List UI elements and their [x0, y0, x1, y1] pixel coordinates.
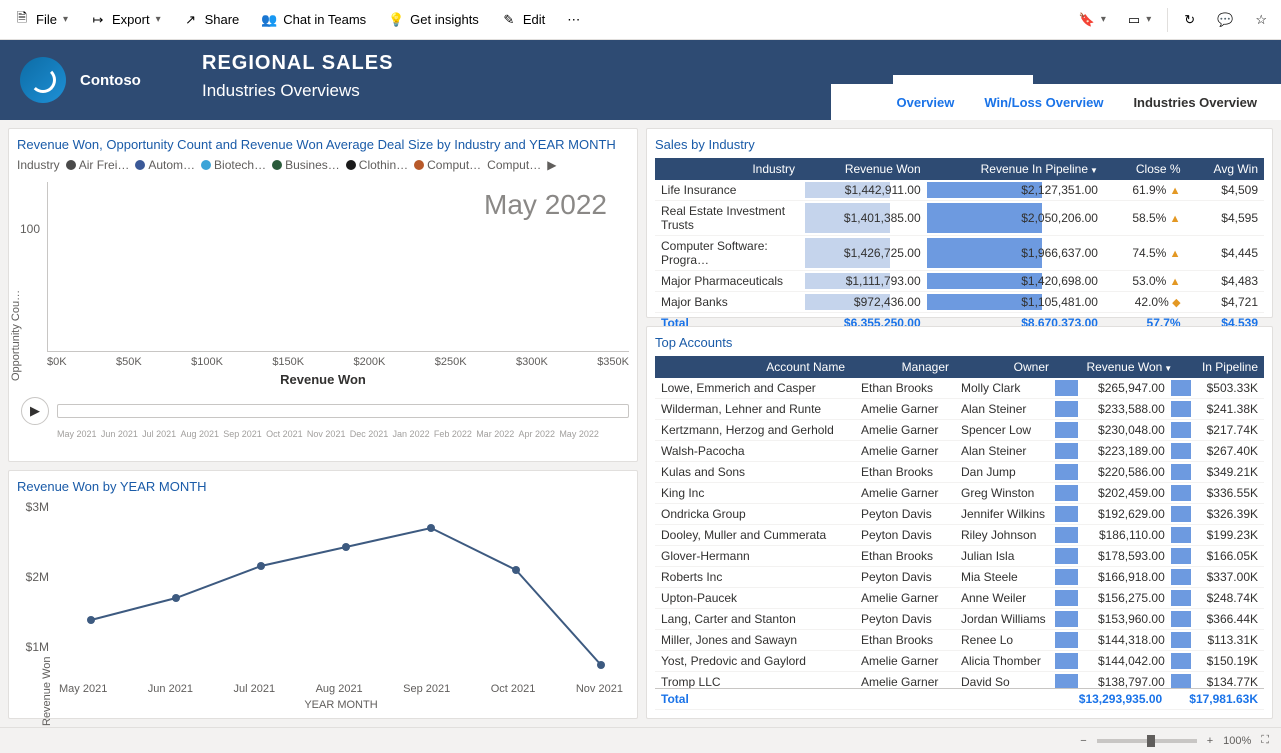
fit-page-button[interactable]: ⛶ — [1261, 734, 1269, 747]
zoom-level: 100% — [1223, 735, 1251, 747]
table-row[interactable]: Lowe, Emmerich and CasperEthan BrooksMol… — [655, 378, 1264, 399]
refresh-icon: ↻ — [1184, 12, 1195, 28]
play-icon: ▶ — [30, 403, 40, 419]
table-row[interactable]: Ondricka GroupPeyton DavisJennifer Wilki… — [655, 504, 1264, 525]
chevron-down-icon: ▾ — [156, 14, 161, 25]
table-row[interactable]: Kulas and SonsEthan BrooksDan Jump $220,… — [655, 462, 1264, 483]
table-row[interactable]: King IncAmelie GarnerGreg Winston $202,4… — [655, 483, 1264, 504]
table-row[interactable]: Walsh-PacochaAmelie GarnerAlan Steiner $… — [655, 441, 1264, 462]
table-row[interactable]: Wilderman, Lehner and RunteAmelie Garner… — [655, 399, 1264, 420]
insights-button[interactable]: 💡Get insights — [378, 8, 489, 32]
share-button[interactable]: ↗Share — [173, 8, 250, 32]
subtab-industries[interactable]: Industries Overview — [1133, 95, 1257, 110]
subtab-winloss[interactable]: Win/Loss Overview — [984, 95, 1103, 110]
table-row[interactable]: Dooley, Muller and CummerataPeyton Davis… — [655, 525, 1264, 546]
table-row[interactable]: Computer Software: Progra… $1,426,725.00… — [655, 236, 1264, 271]
chevron-down-icon: ▾ — [63, 14, 68, 25]
rectangle-icon: ▭ — [1128, 12, 1140, 28]
scatter-x-label: Revenue Won — [17, 372, 629, 387]
accounts-total-row: Total $13,293,935.00$17,981.63K — [655, 689, 1264, 710]
file-button[interactable]: 🗎File▾ — [4, 8, 78, 32]
zoom-in-button[interactable]: + — [1207, 735, 1213, 747]
table-row[interactable]: Tromp LLCAmelie GarnerDavid So $138,797.… — [655, 672, 1264, 689]
status-bar: − + 100% ⛶ — [0, 727, 1281, 753]
legend-next-icon[interactable]: ▶ — [547, 158, 556, 172]
line-title: Revenue Won by YEAR MONTH — [17, 479, 629, 494]
scatter-plot-area[interactable]: 100 — [47, 182, 629, 352]
table-row[interactable]: Upton-PaucekAmelie GarnerAnne Weiler $15… — [655, 588, 1264, 609]
accounts-title: Top Accounts — [655, 335, 1264, 350]
line-y-label: Revenue Won — [41, 656, 53, 726]
scatter-card[interactable]: Revenue Won, Opportunity Count and Reven… — [8, 128, 638, 462]
export-icon: ↦ — [90, 12, 106, 28]
sort-desc-icon[interactable]: ▼ — [1090, 166, 1098, 175]
industry-table[interactable]: Industry Revenue Won Revenue In Pipeline… — [655, 158, 1264, 334]
table-row[interactable]: Major Banks $972,436.00 $1,105,481.00 42… — [655, 292, 1264, 313]
line-x-label: YEAR MONTH — [53, 699, 629, 711]
star-icon: ☆ — [1255, 12, 1267, 28]
table-row[interactable]: Life Insurance $1,442,911.00 $2,127,351.… — [655, 180, 1264, 201]
industry-title: Sales by Industry — [655, 137, 1264, 152]
timeline-slider[interactable] — [57, 404, 629, 418]
pencil-icon: ✎ — [501, 12, 517, 28]
scatter-y-label: Opportunity Cou… — [10, 290, 22, 381]
sort-desc-icon[interactable]: ▼ — [1164, 364, 1172, 373]
table-row[interactable]: Real Estate Investment Trusts $1,401,385… — [655, 201, 1264, 236]
line-x-ticks: May 2021Jun 2021Jul 2021Aug 2021Sep 2021… — [53, 683, 629, 695]
table-row[interactable]: Yost, Predovic and GaylordAmelie GarnerA… — [655, 651, 1264, 672]
logo-block: Contoso — [0, 40, 198, 120]
zoom-out-button[interactable]: − — [1080, 735, 1086, 747]
table-row[interactable]: Major Pharmaceuticals $1,111,793.00 $1,4… — [655, 271, 1264, 292]
scatter-title: Revenue Won, Opportunity Count and Reven… — [17, 137, 629, 152]
accounts-table-header: Account Name Manager Owner Revenue Won▼ … — [655, 356, 1264, 378]
play-button[interactable]: ▶ — [21, 397, 49, 425]
logo-icon — [20, 57, 66, 103]
page-subtitle: Industries Overviews — [198, 75, 893, 101]
table-row[interactable]: Glover-HermannEthan BrooksJulian Isla $1… — [655, 546, 1264, 567]
comment-button[interactable]: 💬 — [1207, 8, 1243, 32]
page-title: REGIONAL SALES — [198, 40, 893, 75]
table-row[interactable]: Miller, Jones and SawaynEthan BrooksRene… — [655, 630, 1264, 651]
favorite-button[interactable]: ☆ — [1245, 8, 1277, 32]
accounts-card[interactable]: Top Accounts Account Name Manager Owner … — [646, 326, 1273, 719]
more-button[interactable]: ⋯ — [557, 8, 590, 32]
teams-button[interactable]: 👥Chat in Teams — [251, 8, 376, 32]
scatter-x-ticks: $0K$50K$100K$150K$200K$250K$300K$350K — [47, 356, 629, 368]
table-row[interactable]: Lang, Carter and StantonPeyton DavisJord… — [655, 609, 1264, 630]
accounts-table[interactable]: Lowe, Emmerich and CasperEthan BrooksMol… — [655, 378, 1264, 688]
scatter-legend: Industry Air Frei… Autom… Biotech… Busin… — [17, 158, 629, 172]
export-button[interactable]: ↦Export▾ — [80, 8, 171, 32]
subtab-overview[interactable]: Overview — [897, 95, 955, 110]
table-row[interactable]: Roberts IncPeyton DavisMia Steele $166,9… — [655, 567, 1264, 588]
share-icon: ↗ — [183, 12, 199, 28]
bookmark-button[interactable]: 🔖▾ — [1069, 8, 1116, 32]
line-card[interactable]: Revenue Won by YEAR MONTH Revenue Won $3… — [8, 470, 638, 719]
sub-tabs: Overview Win/Loss Overview Industries Ov… — [831, 84, 1281, 120]
zoom-slider[interactable] — [1097, 739, 1197, 743]
line-chart-svg — [53, 500, 629, 680]
lightbulb-icon: 💡 — [388, 12, 404, 28]
teams-icon: 👥 — [261, 12, 277, 28]
view-button[interactable]: ▭▾ — [1118, 8, 1161, 32]
accounts-scroll[interactable]: Lowe, Emmerich and CasperEthan BrooksMol… — [655, 378, 1264, 688]
refresh-button[interactable]: ↻ — [1174, 8, 1205, 32]
table-row[interactable]: Kertzmann, Herzog and GerholdAmelie Garn… — [655, 420, 1264, 441]
toolbar: 🗎File▾ ↦Export▾ ↗Share 👥Chat in Teams 💡G… — [0, 0, 1281, 40]
edit-button[interactable]: ✎Edit — [491, 8, 555, 32]
brand-name: Contoso — [80, 72, 141, 89]
file-icon: 🗎 — [14, 12, 30, 28]
industry-card[interactable]: Sales by Industry Industry Revenue Won R… — [646, 128, 1273, 318]
comment-icon: 💬 — [1217, 12, 1233, 28]
bookmark-icon: 🔖 — [1079, 12, 1095, 28]
timeline-labels: May 2021Jun 2021Jul 2021Aug 2021Sep 2021… — [57, 429, 599, 439]
